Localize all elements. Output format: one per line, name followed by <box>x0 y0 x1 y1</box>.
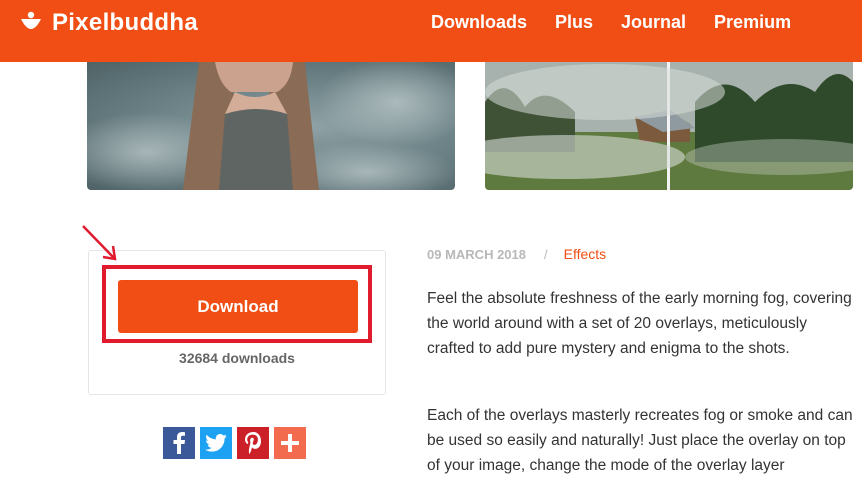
more-share-button[interactable] <box>274 427 306 459</box>
main-nav: Downloads Plus Journal Premium <box>431 12 819 33</box>
top-header: Pixelbuddha Downloads Plus Journal Premi… <box>0 0 862 62</box>
preview-image-cabin-fog <box>485 62 853 190</box>
category-link[interactable]: Effects <box>564 246 607 262</box>
nav-premium[interactable]: Premium <box>714 12 791 33</box>
download-button[interactable]: Download <box>118 280 358 333</box>
brand-logo[interactable]: Pixelbuddha <box>18 9 198 37</box>
post-date: 09 MARCH 2018 <box>427 246 526 262</box>
cabin-fog-illustration <box>485 62 853 190</box>
facebook-share-button[interactable] <box>163 427 195 459</box>
pinterest-icon <box>245 432 261 454</box>
share-buttons <box>163 427 311 459</box>
brand-name: Pixelbuddha <box>52 9 198 36</box>
nav-downloads[interactable]: Downloads <box>431 12 527 33</box>
facebook-icon <box>173 432 185 454</box>
twitter-icon <box>205 434 227 452</box>
plus-icon <box>281 434 299 452</box>
preview-image-woman-fog <box>87 62 455 190</box>
pinterest-share-button[interactable] <box>237 427 269 459</box>
twitter-share-button[interactable] <box>200 427 232 459</box>
nav-plus[interactable]: Plus <box>555 12 593 33</box>
smile-logo-icon <box>21 11 41 29</box>
post-paragraph: Each of the overlays masterly recreates … <box>427 407 853 474</box>
red-annotation-arrow-icon <box>82 225 117 261</box>
post-paragraph: Feel the absolute freshness of the early… <box>427 290 852 357</box>
nav-journal[interactable]: Journal <box>621 12 686 33</box>
woman-fog-illustration <box>87 62 455 190</box>
post-meta: 09 MARCH 2018 / Effects <box>427 246 606 262</box>
download-count: 32684 downloads <box>179 350 295 366</box>
meta-separator: / <box>544 246 548 262</box>
